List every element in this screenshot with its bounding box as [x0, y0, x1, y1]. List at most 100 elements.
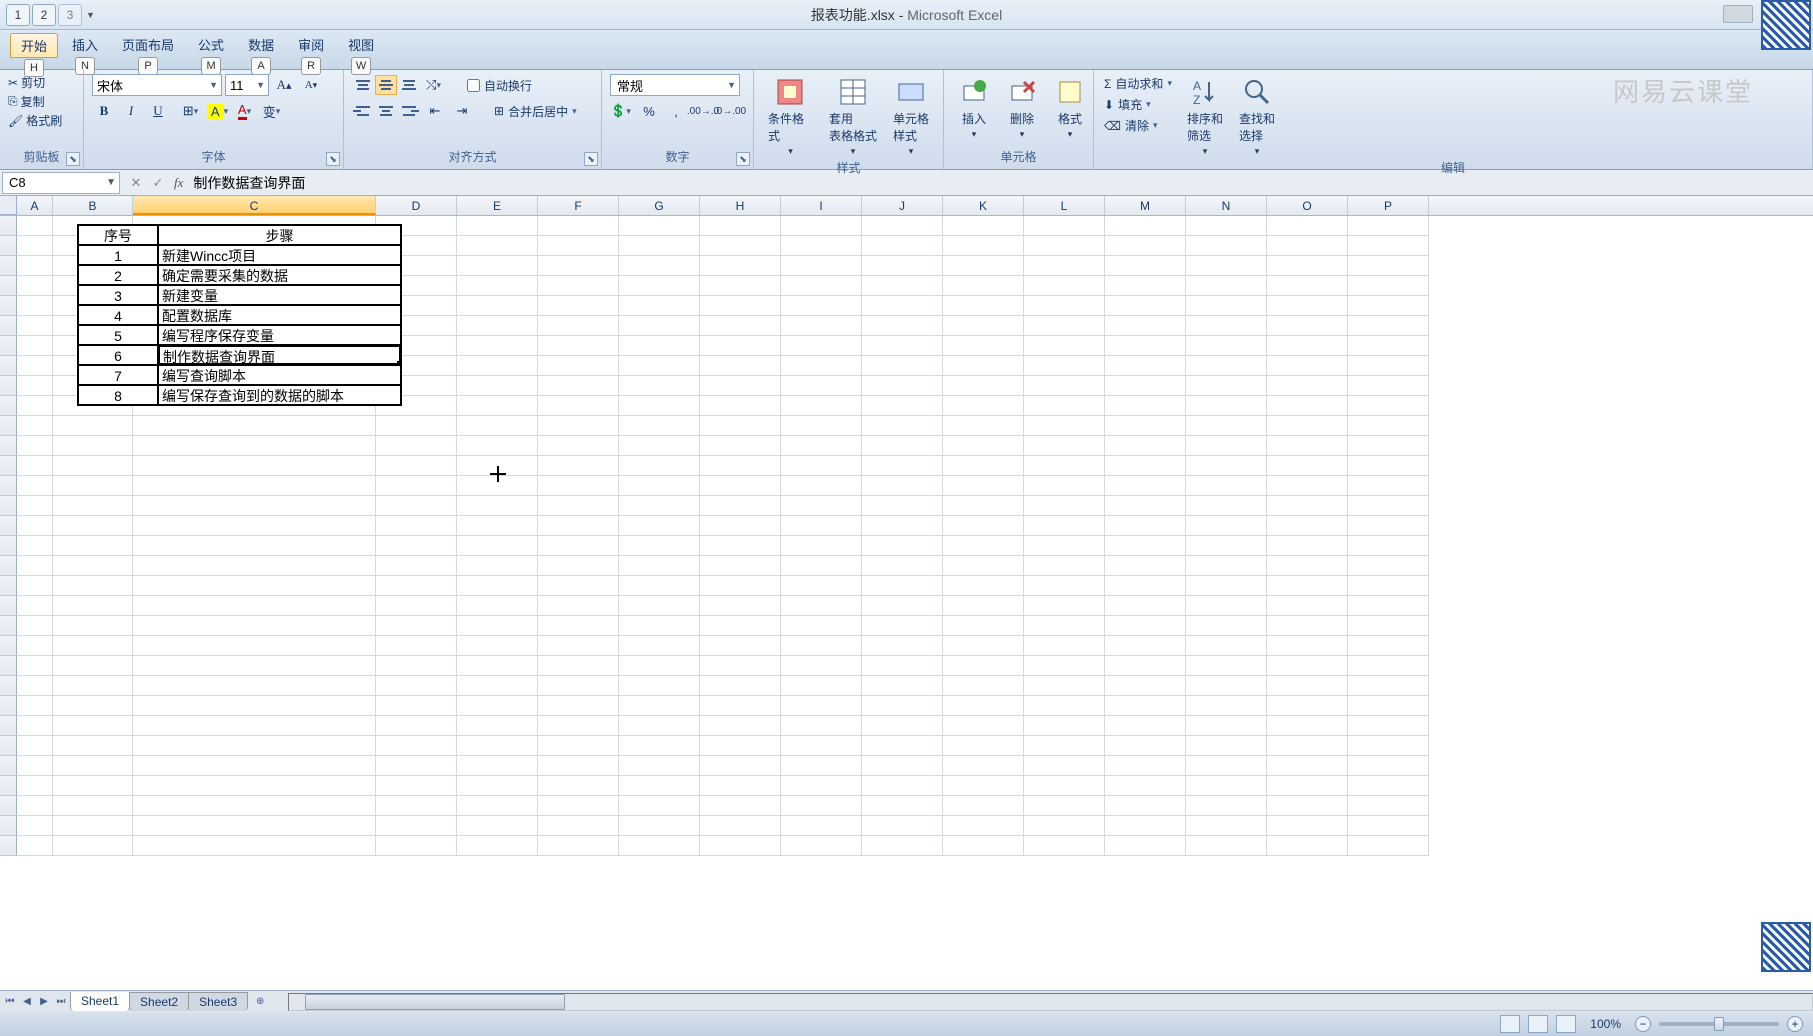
cell[interactable] — [17, 296, 53, 316]
cell[interactable] — [376, 616, 457, 636]
cell[interactable] — [538, 636, 619, 656]
cell[interactable] — [538, 576, 619, 596]
cell[interactable] — [619, 256, 700, 276]
cell[interactable] — [1267, 716, 1348, 736]
cell[interactable] — [619, 216, 700, 236]
cell[interactable] — [1186, 596, 1267, 616]
zoom-level[interactable]: 100% — [1590, 1017, 1621, 1031]
font-color-button[interactable]: A▾ — [234, 100, 258, 122]
cell[interactable] — [781, 716, 862, 736]
minimize-button[interactable] — [1723, 5, 1753, 23]
cell[interactable] — [17, 216, 53, 236]
cell[interactable] — [700, 576, 781, 596]
cell[interactable] — [17, 656, 53, 676]
row-header[interactable] — [0, 536, 17, 556]
cell[interactable] — [376, 696, 457, 716]
cell[interactable] — [1024, 696, 1105, 716]
italic-button[interactable]: I — [119, 100, 143, 122]
cell[interactable] — [1105, 636, 1186, 656]
cell[interactable] — [53, 836, 133, 856]
cut-button[interactable]: ✂剪切 — [8, 74, 75, 91]
cell[interactable] — [862, 776, 943, 796]
cell[interactable] — [1105, 436, 1186, 456]
align-bottom-button[interactable] — [398, 75, 420, 95]
row-header[interactable] — [0, 656, 17, 676]
cell[interactable] — [53, 436, 133, 456]
cell[interactable] — [862, 476, 943, 496]
cell[interactable] — [1348, 556, 1429, 576]
cell[interactable] — [538, 336, 619, 356]
cell[interactable] — [538, 376, 619, 396]
cell[interactable] — [53, 736, 133, 756]
row-header[interactable] — [0, 816, 17, 836]
cell[interactable] — [1024, 356, 1105, 376]
cell[interactable] — [133, 456, 376, 476]
cell[interactable] — [1267, 396, 1348, 416]
cell[interactable] — [1348, 656, 1429, 676]
cell[interactable] — [1267, 656, 1348, 676]
cell[interactable] — [619, 656, 700, 676]
cell[interactable] — [1267, 276, 1348, 296]
orientation-button[interactable]: ⤭▾ — [423, 74, 447, 96]
wrap-text-button[interactable]: 自动换行 — [463, 75, 536, 96]
cell[interactable] — [53, 716, 133, 736]
tab-A[interactable]: 数据 — [238, 33, 284, 56]
table-cell-step[interactable]: 配置数据库 — [158, 305, 401, 325]
table-cell-step[interactable]: 确定需要采集的数据 — [158, 265, 401, 285]
cell[interactable] — [1186, 636, 1267, 656]
alignment-launcher[interactable]: ⬊ — [584, 152, 598, 166]
cell[interactable] — [862, 516, 943, 536]
cell[interactable] — [17, 416, 53, 436]
cell[interactable] — [53, 816, 133, 836]
qat-item-1[interactable]: 1 — [6, 4, 30, 26]
cell[interactable] — [376, 456, 457, 476]
col-header-J[interactable]: J — [862, 196, 943, 215]
cell[interactable] — [619, 836, 700, 856]
insert-cells-button[interactable]: 插入▾ — [952, 74, 996, 148]
col-header-M[interactable]: M — [1105, 196, 1186, 215]
border-button[interactable]: ⊞▾ — [180, 100, 204, 122]
row-header[interactable] — [0, 336, 17, 356]
cell[interactable] — [457, 656, 538, 676]
cell[interactable] — [53, 556, 133, 576]
cell[interactable] — [1267, 256, 1348, 276]
wrap-checkbox[interactable] — [467, 79, 480, 92]
cell[interactable] — [1267, 316, 1348, 336]
cell[interactable] — [619, 456, 700, 476]
cell[interactable] — [133, 656, 376, 676]
cell[interactable] — [133, 696, 376, 716]
cell[interactable] — [1105, 796, 1186, 816]
cancel-formula-button[interactable]: ✕ — [126, 173, 146, 193]
cell[interactable] — [17, 256, 53, 276]
cell[interactable] — [1267, 676, 1348, 696]
cell[interactable] — [781, 416, 862, 436]
cell[interactable] — [376, 776, 457, 796]
cell[interactable] — [781, 656, 862, 676]
cell[interactable] — [1186, 256, 1267, 276]
cell[interactable] — [781, 576, 862, 596]
cell[interactable] — [781, 796, 862, 816]
cell[interactable] — [700, 496, 781, 516]
cell[interactable] — [457, 416, 538, 436]
accounting-format-button[interactable]: 💲▾ — [610, 100, 634, 122]
cell[interactable] — [53, 596, 133, 616]
cell[interactable] — [781, 356, 862, 376]
cell[interactable] — [538, 396, 619, 416]
col-header-C[interactable]: C — [133, 196, 376, 215]
cell[interactable] — [17, 556, 53, 576]
cell[interactable] — [538, 236, 619, 256]
cell[interactable] — [619, 376, 700, 396]
cell[interactable] — [781, 756, 862, 776]
cell[interactable] — [1024, 476, 1105, 496]
increase-decimal-button[interactable]: .00→.0 — [691, 100, 715, 122]
cell[interactable] — [943, 536, 1024, 556]
cell[interactable] — [700, 336, 781, 356]
col-header-H[interactable]: H — [700, 196, 781, 215]
table-cell-step[interactable]: 新建变量 — [158, 285, 401, 305]
cell[interactable] — [1348, 516, 1429, 536]
cell[interactable] — [1267, 536, 1348, 556]
cell[interactable] — [781, 776, 862, 796]
cell[interactable] — [1348, 336, 1429, 356]
cell[interactable] — [1186, 736, 1267, 756]
cell[interactable] — [133, 536, 376, 556]
